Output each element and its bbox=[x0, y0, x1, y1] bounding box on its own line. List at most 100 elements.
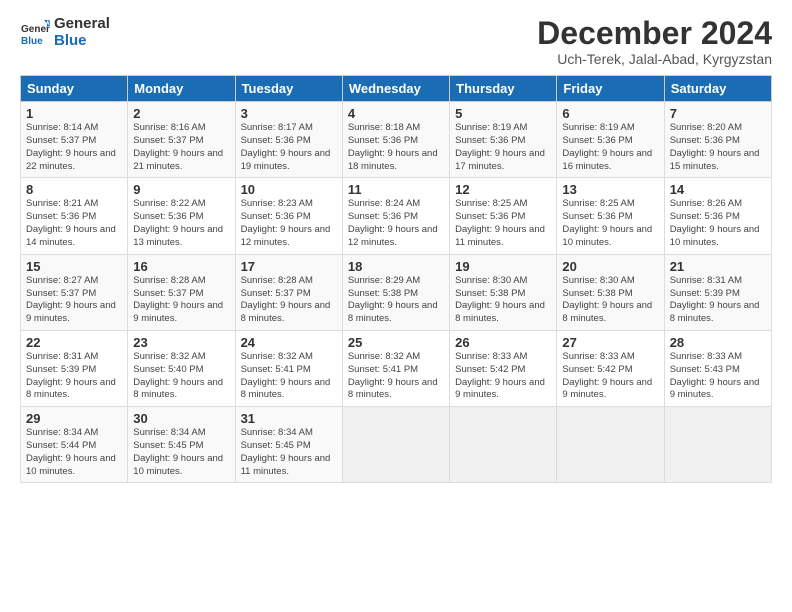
day-detail: Sunrise: 8:24 AMSunset: 5:36 PMDaylight:… bbox=[348, 198, 444, 249]
day-number: 12 bbox=[455, 182, 551, 197]
day-detail: Sunrise: 8:32 AMSunset: 5:40 PMDaylight:… bbox=[133, 351, 229, 402]
day-detail: Sunrise: 8:20 AMSunset: 5:36 PMDaylight:… bbox=[670, 122, 766, 173]
day-number: 22 bbox=[26, 335, 122, 350]
logo-general-text: General bbox=[54, 16, 110, 33]
day-number: 20 bbox=[562, 259, 658, 274]
day-cell bbox=[664, 407, 771, 483]
day-detail: Sunrise: 8:30 AMSunset: 5:38 PMDaylight:… bbox=[455, 275, 551, 326]
day-cell bbox=[342, 407, 449, 483]
day-cell: 11Sunrise: 8:24 AMSunset: 5:36 PMDayligh… bbox=[342, 178, 449, 254]
day-detail: Sunrise: 8:29 AMSunset: 5:38 PMDaylight:… bbox=[348, 275, 444, 326]
day-number: 6 bbox=[562, 106, 658, 121]
day-number: 18 bbox=[348, 259, 444, 274]
day-detail: Sunrise: 8:34 AMSunset: 5:44 PMDaylight:… bbox=[26, 427, 122, 478]
day-number: 26 bbox=[455, 335, 551, 350]
day-cell: 13Sunrise: 8:25 AMSunset: 5:36 PMDayligh… bbox=[557, 178, 664, 254]
day-detail: Sunrise: 8:21 AMSunset: 5:36 PMDaylight:… bbox=[26, 198, 122, 249]
day-number: 17 bbox=[241, 259, 337, 274]
day-cell: 4Sunrise: 8:18 AMSunset: 5:36 PMDaylight… bbox=[342, 102, 449, 178]
day-detail: Sunrise: 8:25 AMSunset: 5:36 PMDaylight:… bbox=[562, 198, 658, 249]
svg-text:General: General bbox=[21, 24, 50, 35]
day-number: 23 bbox=[133, 335, 229, 350]
month-title: December 2024 bbox=[537, 16, 772, 51]
day-number: 24 bbox=[241, 335, 337, 350]
day-detail: Sunrise: 8:26 AMSunset: 5:36 PMDaylight:… bbox=[670, 198, 766, 249]
day-detail: Sunrise: 8:33 AMSunset: 5:42 PMDaylight:… bbox=[455, 351, 551, 402]
day-cell: 24Sunrise: 8:32 AMSunset: 5:41 PMDayligh… bbox=[235, 330, 342, 406]
day-cell: 28Sunrise: 8:33 AMSunset: 5:43 PMDayligh… bbox=[664, 330, 771, 406]
day-cell: 7Sunrise: 8:20 AMSunset: 5:36 PMDaylight… bbox=[664, 102, 771, 178]
day-cell: 1Sunrise: 8:14 AMSunset: 5:37 PMDaylight… bbox=[21, 102, 128, 178]
day-detail: Sunrise: 8:14 AMSunset: 5:37 PMDaylight:… bbox=[26, 122, 122, 173]
day-cell bbox=[557, 407, 664, 483]
day-number: 7 bbox=[670, 106, 766, 121]
day-detail: Sunrise: 8:32 AMSunset: 5:41 PMDaylight:… bbox=[241, 351, 337, 402]
day-cell: 15Sunrise: 8:27 AMSunset: 5:37 PMDayligh… bbox=[21, 254, 128, 330]
logo-icon: General Blue bbox=[20, 18, 50, 48]
day-detail: Sunrise: 8:30 AMSunset: 5:38 PMDaylight:… bbox=[562, 275, 658, 326]
day-number: 21 bbox=[670, 259, 766, 274]
day-cell: 2Sunrise: 8:16 AMSunset: 5:37 PMDaylight… bbox=[128, 102, 235, 178]
col-header-tuesday: Tuesday bbox=[235, 76, 342, 102]
day-detail: Sunrise: 8:23 AMSunset: 5:36 PMDaylight:… bbox=[241, 198, 337, 249]
day-cell: 12Sunrise: 8:25 AMSunset: 5:36 PMDayligh… bbox=[450, 178, 557, 254]
day-cell: 18Sunrise: 8:29 AMSunset: 5:38 PMDayligh… bbox=[342, 254, 449, 330]
day-cell: 30Sunrise: 8:34 AMSunset: 5:45 PMDayligh… bbox=[128, 407, 235, 483]
day-number: 4 bbox=[348, 106, 444, 121]
day-number: 25 bbox=[348, 335, 444, 350]
day-cell: 14Sunrise: 8:26 AMSunset: 5:36 PMDayligh… bbox=[664, 178, 771, 254]
day-detail: Sunrise: 8:31 AMSunset: 5:39 PMDaylight:… bbox=[670, 275, 766, 326]
day-detail: Sunrise: 8:18 AMSunset: 5:36 PMDaylight:… bbox=[348, 122, 444, 173]
day-cell: 26Sunrise: 8:33 AMSunset: 5:42 PMDayligh… bbox=[450, 330, 557, 406]
week-row-1: 8Sunrise: 8:21 AMSunset: 5:36 PMDaylight… bbox=[21, 178, 772, 254]
day-cell: 23Sunrise: 8:32 AMSunset: 5:40 PMDayligh… bbox=[128, 330, 235, 406]
day-number: 19 bbox=[455, 259, 551, 274]
day-cell: 25Sunrise: 8:32 AMSunset: 5:41 PMDayligh… bbox=[342, 330, 449, 406]
day-number: 10 bbox=[241, 182, 337, 197]
col-header-monday: Monday bbox=[128, 76, 235, 102]
day-cell: 17Sunrise: 8:28 AMSunset: 5:37 PMDayligh… bbox=[235, 254, 342, 330]
day-cell: 27Sunrise: 8:33 AMSunset: 5:42 PMDayligh… bbox=[557, 330, 664, 406]
day-detail: Sunrise: 8:16 AMSunset: 5:37 PMDaylight:… bbox=[133, 122, 229, 173]
day-number: 31 bbox=[241, 411, 337, 426]
day-number: 2 bbox=[133, 106, 229, 121]
day-cell: 16Sunrise: 8:28 AMSunset: 5:37 PMDayligh… bbox=[128, 254, 235, 330]
day-number: 30 bbox=[133, 411, 229, 426]
logo: General Blue General Blue bbox=[20, 16, 110, 49]
week-row-3: 22Sunrise: 8:31 AMSunset: 5:39 PMDayligh… bbox=[21, 330, 772, 406]
day-cell: 8Sunrise: 8:21 AMSunset: 5:36 PMDaylight… bbox=[21, 178, 128, 254]
day-detail: Sunrise: 8:17 AMSunset: 5:36 PMDaylight:… bbox=[241, 122, 337, 173]
day-cell: 20Sunrise: 8:30 AMSunset: 5:38 PMDayligh… bbox=[557, 254, 664, 330]
location-subtitle: Uch-Terek, Jalal-Abad, Kyrgyzstan bbox=[537, 51, 772, 67]
day-number: 16 bbox=[133, 259, 229, 274]
day-cell: 10Sunrise: 8:23 AMSunset: 5:36 PMDayligh… bbox=[235, 178, 342, 254]
col-header-wednesday: Wednesday bbox=[342, 76, 449, 102]
day-detail: Sunrise: 8:28 AMSunset: 5:37 PMDaylight:… bbox=[241, 275, 337, 326]
day-detail: Sunrise: 8:34 AMSunset: 5:45 PMDaylight:… bbox=[241, 427, 337, 478]
logo-text: General Blue bbox=[54, 16, 110, 49]
svg-text:Blue: Blue bbox=[21, 36, 43, 47]
day-detail: Sunrise: 8:33 AMSunset: 5:42 PMDaylight:… bbox=[562, 351, 658, 402]
day-detail: Sunrise: 8:22 AMSunset: 5:36 PMDaylight:… bbox=[133, 198, 229, 249]
day-number: 5 bbox=[455, 106, 551, 121]
day-detail: Sunrise: 8:19 AMSunset: 5:36 PMDaylight:… bbox=[562, 122, 658, 173]
day-number: 15 bbox=[26, 259, 122, 274]
day-cell bbox=[450, 407, 557, 483]
day-detail: Sunrise: 8:28 AMSunset: 5:37 PMDaylight:… bbox=[133, 275, 229, 326]
day-cell: 3Sunrise: 8:17 AMSunset: 5:36 PMDaylight… bbox=[235, 102, 342, 178]
day-detail: Sunrise: 8:27 AMSunset: 5:37 PMDaylight:… bbox=[26, 275, 122, 326]
day-cell: 21Sunrise: 8:31 AMSunset: 5:39 PMDayligh… bbox=[664, 254, 771, 330]
day-number: 8 bbox=[26, 182, 122, 197]
day-detail: Sunrise: 8:33 AMSunset: 5:43 PMDaylight:… bbox=[670, 351, 766, 402]
day-cell: 6Sunrise: 8:19 AMSunset: 5:36 PMDaylight… bbox=[557, 102, 664, 178]
title-block: December 2024 Uch-Terek, Jalal-Abad, Kyr… bbox=[537, 16, 772, 67]
col-header-sunday: Sunday bbox=[21, 76, 128, 102]
day-number: 1 bbox=[26, 106, 122, 121]
day-cell: 22Sunrise: 8:31 AMSunset: 5:39 PMDayligh… bbox=[21, 330, 128, 406]
day-number: 11 bbox=[348, 182, 444, 197]
calendar-table: SundayMondayTuesdayWednesdayThursdayFrid… bbox=[20, 75, 772, 483]
day-detail: Sunrise: 8:19 AMSunset: 5:36 PMDaylight:… bbox=[455, 122, 551, 173]
day-cell: 29Sunrise: 8:34 AMSunset: 5:44 PMDayligh… bbox=[21, 407, 128, 483]
day-detail: Sunrise: 8:25 AMSunset: 5:36 PMDaylight:… bbox=[455, 198, 551, 249]
day-number: 3 bbox=[241, 106, 337, 121]
